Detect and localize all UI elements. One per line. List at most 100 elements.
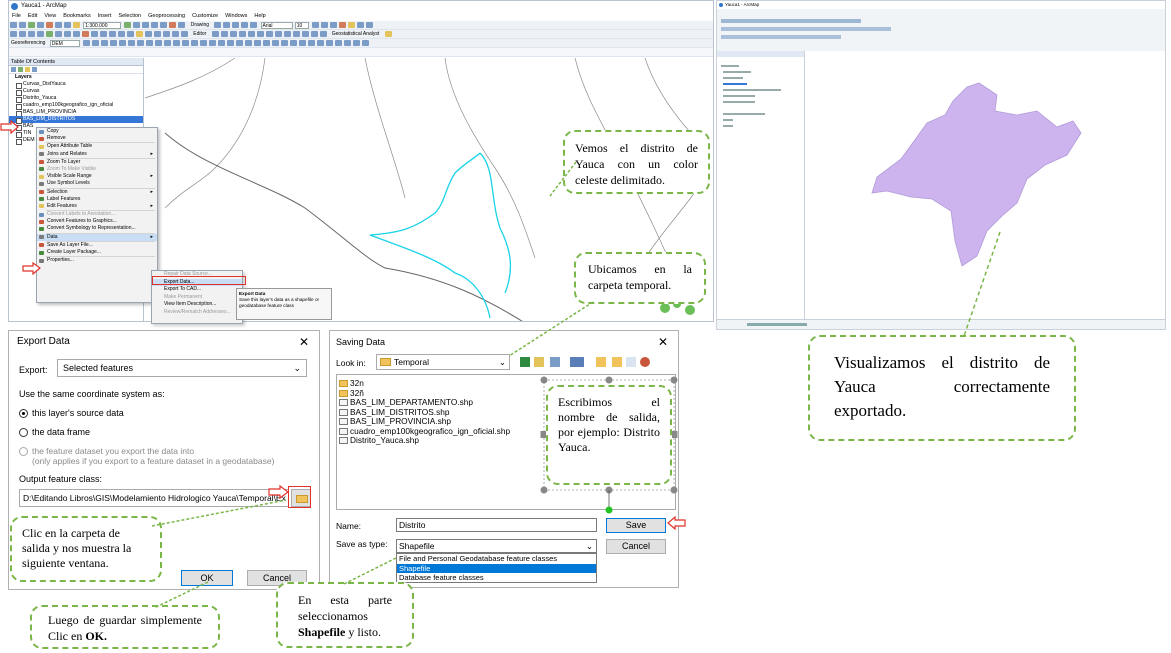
- radio-feature-dataset-note: (only applies if you export to a feature…: [32, 456, 275, 466]
- toc-layer-item[interactable]: BAS_LIM_DISTRITOS: [9, 116, 143, 124]
- submenu-item[interactable]: Make Permanent: [152, 294, 242, 302]
- close-icon[interactable]: ✕: [658, 331, 668, 353]
- toolbar-row-1: 1:300.000 Drawing Arial 10: [9, 21, 713, 30]
- new-folder-icon[interactable]: [596, 357, 606, 367]
- context-menu-item[interactable]: Edit Features ▸: [37, 203, 157, 210]
- toc-layers[interactable]: Layers: [9, 74, 143, 81]
- type-label: Save as type:: [336, 539, 388, 549]
- context-menu-item[interactable]: Copy: [37, 128, 157, 135]
- folder-icon: [339, 380, 348, 387]
- font-name-box[interactable]: Arial: [260, 22, 293, 29]
- radio-feature-dataset-label: the feature dataset you export the data …: [32, 446, 195, 456]
- cancel-button[interactable]: Cancel: [606, 539, 666, 554]
- font-size-box[interactable]: 10: [294, 22, 309, 29]
- save-button[interactable]: Save: [606, 518, 666, 533]
- red-arrow-layer: [0, 120, 19, 134]
- menu-item[interactable]: Windows: [225, 12, 247, 21]
- menu-item[interactable]: Help: [254, 12, 265, 21]
- look-in-select[interactable]: Temporal ⌄: [376, 354, 510, 370]
- options-icon[interactable]: [640, 357, 650, 367]
- menu-item[interactable]: File: [12, 12, 21, 21]
- file-name: BAS_LIM_PROVINCIA.shp: [350, 416, 451, 426]
- export-select[interactable]: Selected features ⌄: [57, 359, 307, 377]
- callout-temp-folder-text: Ubicamos en la carpeta temporal.: [588, 262, 692, 292]
- context-menu-item[interactable]: Save As Layer File...: [37, 242, 157, 249]
- toc-layer-item[interactable]: Distrito_Yauca: [9, 95, 143, 103]
- context-menu-item[interactable]: Convert Labels to Annotation...: [37, 211, 157, 218]
- menu-item[interactable]: Insert: [98, 12, 112, 21]
- type-select[interactable]: Shapefile ⌄: [396, 539, 597, 553]
- menu-item[interactable]: Selection: [118, 12, 141, 21]
- radio-data-frame[interactable]: [19, 428, 28, 437]
- menu-item-icon: [39, 250, 44, 255]
- look-in-value: Temporal: [394, 357, 429, 367]
- name-field-value: Distrito: [399, 520, 426, 530]
- menu-item[interactable]: Customize: [192, 12, 218, 21]
- export-data-highlight: [152, 276, 246, 285]
- geostat-label[interactable]: Geostatistical Analyst: [330, 30, 382, 38]
- georef-label[interactable]: Georeferencing: [9, 39, 47, 47]
- context-menu-item[interactable]: Zoom To Make Visible: [37, 166, 157, 173]
- callout-click-ok: Luego de guardar simplemente Clic en OK.: [30, 605, 220, 649]
- menu-item[interactable]: Edit: [28, 12, 37, 21]
- context-menu-item-label: Label Features: [47, 195, 81, 202]
- context-menu-item[interactable]: Convert Symbology to Representation...: [37, 225, 157, 232]
- radio-source-data[interactable]: [19, 409, 28, 418]
- coord-label: Use the same coordinate system as:: [19, 389, 165, 399]
- context-menu-item[interactable]: Open Attribute Table: [37, 143, 157, 150]
- toc-layer-item[interactable]: cuadro_emp100kgeografico_ign_oficial: [9, 102, 143, 110]
- export-select-value: Selected features: [63, 363, 134, 373]
- context-menu-item[interactable]: Joins and Relates ▸: [37, 151, 157, 158]
- type-option[interactable]: Database feature classes: [397, 573, 596, 583]
- save-dialog-titlebar: Saving Data ✕: [330, 331, 678, 353]
- menu-item[interactable]: Geoprocessing: [148, 12, 185, 21]
- context-menu-item-label: Convert Features to Graphics...: [47, 218, 117, 225]
- context-menu-item[interactable]: Use Symbol Levels: [37, 180, 157, 187]
- context-menu-item-label: Edit Features: [47, 202, 77, 209]
- menu-item[interactable]: Bookmarks: [63, 12, 91, 21]
- context-menu-item[interactable]: Label Features: [37, 196, 157, 203]
- context-menu-item-label: Use Symbol Levels: [47, 180, 90, 187]
- catalog-icon[interactable]: [626, 357, 636, 367]
- context-menu-item-label: Convert Symbology to Representation...: [47, 225, 136, 232]
- menu-item[interactable]: View: [44, 12, 56, 21]
- context-menu-item[interactable]: Data ▸: [37, 233, 157, 241]
- context-menu-item[interactable]: Selection ▸: [37, 189, 157, 196]
- toc-layer-item[interactable]: BAS_LIM_PROVINCIA: [9, 109, 143, 117]
- red-arrow-browse: [268, 485, 289, 499]
- callout-click-ok-text: Luego de guardar simplemente Clic en: [48, 613, 202, 643]
- close-icon[interactable]: ✕: [299, 331, 309, 353]
- radio-feature-dataset[interactable]: [19, 447, 28, 456]
- toc-layer-item[interactable]: Curvas_DistYauca: [9, 81, 143, 89]
- callout-browse-folder: Clic en la carpeta de salida y nos muest…: [10, 516, 162, 582]
- callout-connector: [549, 161, 577, 197]
- submenu-arrow-icon: ▸: [150, 233, 153, 240]
- folder-icon[interactable]: [612, 357, 622, 367]
- callout-connector: [151, 499, 287, 527]
- drawing-label[interactable]: Drawing: [189, 21, 211, 29]
- type-option[interactable]: File and Personal Geodatabase feature cl…: [397, 554, 596, 564]
- file-name: 32ñ: [350, 387, 364, 398]
- context-menu-item[interactable]: Remove: [37, 135, 157, 142]
- submenu-item[interactable]: View Item Description...: [152, 301, 242, 309]
- name-field[interactable]: Distrito: [396, 518, 597, 532]
- arcmap-title: Yauca1 - ArcMap: [21, 3, 67, 9]
- callout-district-view-text: Vemos el distrito de Yauca con un color …: [575, 141, 698, 187]
- scale-box[interactable]: 1:300.000: [83, 22, 122, 29]
- toc-layer-item[interactable]: Curvas: [9, 88, 143, 96]
- editor-label[interactable]: Editor: [191, 30, 208, 38]
- context-menu-item[interactable]: Visible Scale Range ▸: [37, 173, 157, 180]
- submenu-item[interactable]: Export To CAD...: [152, 286, 242, 294]
- arcmap2-toolbars: [717, 9, 1165, 51]
- shapefile-icon: [339, 427, 348, 435]
- context-menu-item[interactable]: Properties...: [37, 257, 157, 264]
- context-menu-item[interactable]: Convert Features to Graphics...: [37, 218, 157, 225]
- context-menu-item[interactable]: Create Layer Package...: [37, 249, 157, 256]
- georef-layer-box[interactable]: DEM: [49, 40, 80, 47]
- submenu-item[interactable]: Review/Rematch Addresses...: [152, 309, 242, 317]
- type-option[interactable]: Shapefile: [397, 563, 596, 573]
- arcmap2-toc-lines: [721, 65, 781, 127]
- callout-district-view: Vemos el distrito de Yauca con un color …: [563, 130, 710, 194]
- context-menu-item[interactable]: Zoom To Layer: [37, 159, 157, 166]
- chevron-down-icon: ⌄: [293, 363, 301, 373]
